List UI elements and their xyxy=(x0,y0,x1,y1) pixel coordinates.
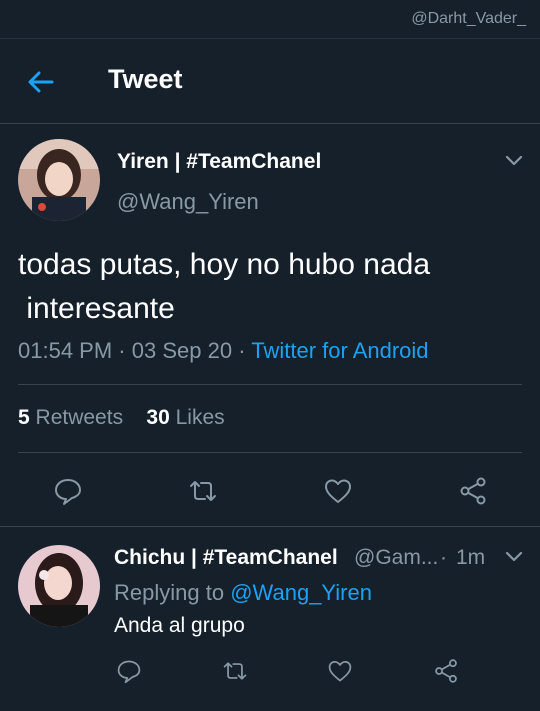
tweet-stats: 5 Retweets 30 Likes xyxy=(18,406,225,430)
retweets-stat[interactable]: 5 Retweets xyxy=(18,406,123,429)
retweets-count: 5 xyxy=(18,406,30,429)
divider xyxy=(0,526,540,527)
reply-author-handle[interactable]: @Gam... xyxy=(354,546,438,570)
heart-icon[interactable] xyxy=(327,658,353,684)
heart-icon[interactable] xyxy=(323,476,353,506)
retweet-icon[interactable] xyxy=(222,658,248,684)
replying-to-handle-link[interactable]: @Wang_Yiren xyxy=(230,580,372,605)
comment-icon[interactable] xyxy=(116,658,142,684)
divider xyxy=(18,384,522,385)
tweet-date: 03 Sep 20 xyxy=(131,338,233,363)
chevron-down-icon[interactable] xyxy=(505,155,523,167)
tweet-time: 01:54 PM xyxy=(18,338,113,363)
likes-stat[interactable]: 30 Likes xyxy=(146,406,224,429)
reply-text: Anda al grupo xyxy=(114,614,245,637)
retweet-icon[interactable] xyxy=(188,476,218,506)
arrow-left-icon[interactable] xyxy=(24,65,58,99)
chevron-down-icon[interactable] xyxy=(505,551,523,563)
retweets-label: Retweets xyxy=(35,406,124,429)
share-icon[interactable] xyxy=(458,476,488,506)
reply-time: 1m xyxy=(456,546,486,569)
author-avatar[interactable] xyxy=(18,139,100,221)
comment-icon[interactable] xyxy=(53,476,83,506)
meta-separator: · xyxy=(118,338,126,363)
share-icon[interactable] xyxy=(433,658,459,684)
reply-author-avatar[interactable] xyxy=(18,545,100,627)
tweet-meta: 01:54 PM · 03 Sep 20 · Twitter for Andro… xyxy=(18,338,429,364)
reply-author-name[interactable]: Chichu | #TeamChanel xyxy=(114,546,338,570)
meta-separator: · xyxy=(440,546,447,569)
page-title: Tweet xyxy=(108,64,183,94)
author-name[interactable]: Yiren | #TeamChanel xyxy=(117,150,321,174)
tweet-text: todas putas, hoy no hubo nada interesant… xyxy=(18,248,431,325)
likes-count: 30 xyxy=(146,406,170,429)
top-app-bar: Tweet xyxy=(0,38,540,124)
divider xyxy=(18,452,522,453)
likes-label: Likes xyxy=(175,406,225,429)
author-handle[interactable]: @Wang_Yiren xyxy=(117,189,259,215)
tweet-source-link[interactable]: Twitter for Android xyxy=(251,338,428,363)
watermark-handle: @Darht_Vader_ xyxy=(411,10,526,27)
replying-to-label: Replying to xyxy=(114,580,225,605)
meta-separator: · xyxy=(238,338,246,363)
replying-to: Replying to @Wang_Yiren xyxy=(114,580,372,606)
